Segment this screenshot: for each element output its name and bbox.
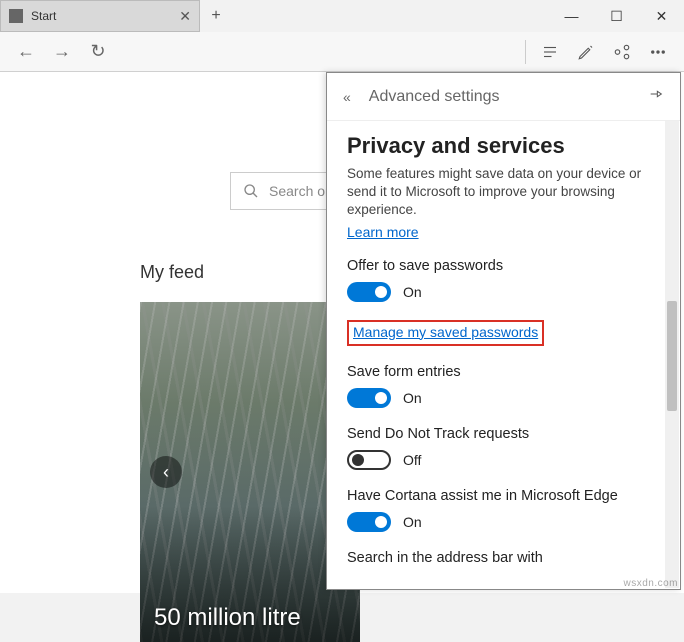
minimize-button[interactable]: —: [549, 0, 594, 32]
feed-caption: 50 million litre: [154, 604, 301, 632]
highlight-box: Manage my saved passwords: [347, 320, 544, 346]
toggle-state: On: [403, 284, 422, 300]
save-form-toggle[interactable]: [347, 388, 391, 408]
carousel-prev-button[interactable]: ‹: [150, 456, 182, 488]
toggle-state: On: [403, 514, 422, 530]
tab-close-icon[interactable]: ✕: [179, 8, 191, 25]
setting-save-form: Save form entries On: [347, 364, 660, 408]
pen-icon: [577, 43, 595, 61]
back-button[interactable]: ←: [8, 34, 44, 70]
new-tab-button[interactable]: +: [200, 0, 232, 32]
setting-search-engine: Search in the address bar with: [347, 550, 660, 566]
search-placeholder: Search or: [269, 183, 330, 199]
setting-cortana: Have Cortana assist me in Microsoft Edge…: [347, 488, 660, 532]
share-button[interactable]: [604, 34, 640, 70]
tab-title: Start: [31, 9, 56, 23]
save-passwords-toggle[interactable]: [347, 282, 391, 302]
section-title: Privacy and services: [347, 133, 660, 159]
panel-scrollbar[interactable]: [665, 121, 679, 588]
learn-more-link[interactable]: Learn more: [347, 224, 419, 240]
setting-label: Search in the address bar with: [347, 550, 660, 566]
setting-label: Send Do Not Track requests: [347, 426, 660, 442]
watermark: wsxdn.com: [623, 578, 678, 589]
toggle-state: Off: [403, 452, 421, 468]
share-icon: [613, 43, 631, 61]
toolbar: ← → ↻: [0, 32, 684, 72]
feed-header: My feed: [140, 262, 204, 283]
forward-button[interactable]: →: [44, 34, 80, 70]
panel-title: Advanced settings: [369, 88, 648, 106]
dnt-toggle[interactable]: [347, 450, 391, 470]
panel-pin-button[interactable]: [648, 86, 664, 107]
tab-favicon: [9, 9, 23, 23]
setting-label: Offer to save passwords: [347, 258, 660, 274]
setting-dnt: Send Do Not Track requests Off: [347, 426, 660, 470]
more-icon: [649, 43, 667, 61]
toggle-state: On: [403, 390, 422, 406]
cortana-toggle[interactable]: [347, 512, 391, 532]
panel-back-button[interactable]: «: [343, 89, 351, 105]
scrollbar-thumb[interactable]: [667, 301, 677, 411]
panel-body: Privacy and services Some features might…: [327, 121, 680, 589]
browser-tab[interactable]: Start ✕: [0, 0, 200, 32]
titlebar: Start ✕ + — ☐ ✕: [0, 0, 684, 32]
manage-passwords-link[interactable]: Manage my saved passwords: [353, 324, 538, 340]
pin-icon: [648, 86, 664, 102]
search-icon: [243, 183, 259, 199]
window-controls: — ☐ ✕: [549, 0, 684, 32]
setting-save-passwords: Offer to save passwords On: [347, 258, 660, 302]
setting-label: Have Cortana assist me in Microsoft Edge: [347, 488, 660, 504]
notes-button[interactable]: [568, 34, 604, 70]
close-window-button[interactable]: ✕: [639, 0, 684, 32]
settings-panel: « Advanced settings Privacy and services…: [326, 72, 681, 590]
reading-view-button[interactable]: [532, 34, 568, 70]
setting-label: Save form entries: [347, 364, 660, 380]
section-description: Some features might save data on your de…: [347, 165, 660, 220]
panel-header: « Advanced settings: [327, 73, 680, 121]
more-button[interactable]: [640, 34, 676, 70]
toolbar-divider: [525, 40, 526, 64]
maximize-button[interactable]: ☐: [594, 0, 639, 32]
reading-view-icon: [541, 43, 559, 61]
refresh-button[interactable]: ↻: [80, 34, 116, 70]
